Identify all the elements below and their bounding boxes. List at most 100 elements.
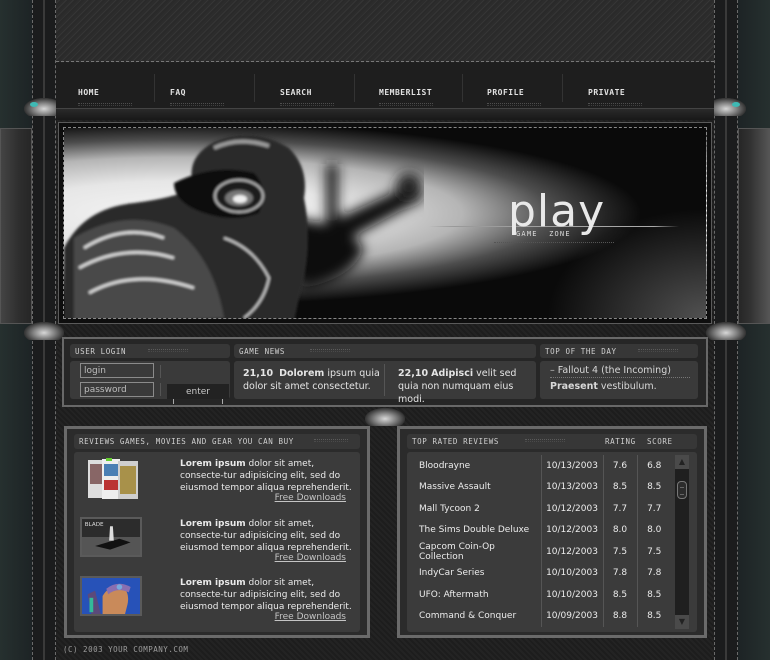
nav-faq[interactable]: FAQ (155, 63, 254, 108)
review-score: 8.5 (636, 605, 671, 627)
review-score: 7.5 (636, 541, 671, 563)
review-rating: 8.8 (602, 605, 637, 627)
review-title: Command & Conquer (419, 611, 517, 622)
top-of-day-link[interactable]: – Fallout 4 (the Incoming) (550, 365, 690, 378)
nav-search[interactable]: Search (255, 63, 354, 108)
review-text: Lorem ipsum dolor sit amet, consecte-tur… (180, 458, 356, 494)
free-downloads-link[interactable]: Free Downloads (275, 612, 346, 622)
user-login-heading: User Login (75, 347, 127, 356)
top-rated-list: Bloodrayne 10/13/2003 7.6 6.8 Massive Assaul… (407, 452, 697, 632)
review-score: 8.5 (636, 584, 671, 606)
table-scrollbar[interactable]: ▲ ▼ (675, 455, 689, 629)
review-date: 10/12/2003 (540, 541, 603, 563)
nav-memberlist[interactable]: Memberlist (355, 63, 462, 108)
nav-faq-label: FAQ (170, 88, 186, 97)
table-row[interactable]: Command & Conquer 10/09/2003 8.8 8.5 (407, 605, 671, 627)
header-decoration (310, 349, 350, 352)
news-headline[interactable]: Adipisci (431, 368, 473, 379)
teal-gem-icon (732, 102, 740, 107)
scroll-down-arrow-icon[interactable]: ▼ (675, 615, 689, 629)
news-item: 22,10 Adipisci velit sed quia non numqua… (398, 367, 534, 406)
table-row[interactable]: IndyCar Series 10/10/2003 7.8 7.8 (407, 562, 671, 584)
review-rating: 7.6 (602, 455, 637, 477)
password-input[interactable] (80, 382, 154, 397)
review-date: 10/13/2003 (540, 476, 603, 498)
login-divider (160, 365, 161, 378)
top-of-day-title: Fallout 4 (the Incoming) (557, 365, 671, 376)
banner-frame: play GAME ZONE (58, 122, 712, 324)
table-row[interactable]: UFO: Aftermath 10/10/2003 8.5 8.5 (407, 584, 671, 606)
nav-sub-decoration (487, 103, 541, 106)
review-date: 10/12/2003 (540, 498, 603, 520)
review-score: 8.5 (636, 476, 671, 498)
hero-banner: play GAME ZONE (63, 127, 707, 319)
nav-search-label: Search (280, 88, 312, 97)
metal-connector-icon (365, 408, 405, 426)
news-date: 21,10 (243, 368, 274, 379)
review-item: Lorem ipsum dolor sit amet, consecte-tur… (74, 455, 354, 511)
rating-column-header[interactable]: Rating (605, 437, 636, 446)
review-score: 8.0 (636, 519, 671, 541)
free-downloads-link[interactable]: Free Downloads (275, 553, 346, 563)
top-of-day-header: Top of the Day (540, 344, 698, 358)
review-date: 10/13/2003 (540, 455, 603, 477)
review-title: Massive Assault (419, 482, 491, 493)
comic-hero-thumbnail[interactable] (80, 576, 142, 616)
review-title: IndyCar Series (419, 568, 485, 579)
header-decoration (638, 349, 678, 352)
review-title: Bloodrayne (419, 460, 471, 471)
review-item: Lorem ipsum dolor sit amet, consecte-tur… (74, 574, 354, 630)
enter-button[interactable]: enter (167, 384, 229, 404)
nav-sub-decoration (588, 103, 642, 106)
review-rating: 7.5 (602, 541, 637, 563)
left-side-panel (0, 128, 32, 324)
nav-profile[interactable]: Profile (463, 63, 562, 108)
nav-profile-label: Profile (487, 88, 525, 97)
teal-gem-icon (30, 102, 38, 107)
svg-text:BLADE: BLADE (85, 522, 104, 528)
header-decoration (525, 439, 565, 442)
top-rated-panel: Top Rated Reviews Rating Score Bloodrayn… (397, 426, 707, 638)
table-row[interactable]: Capcom Coin-Op Collection 10/12/2003 7.5 7.… (407, 541, 671, 563)
top-rated-heading: Top Rated Reviews (412, 437, 499, 446)
user-login-box: enter (70, 361, 230, 404)
table-row[interactable]: Bloodrayne 10/13/2003 7.6 6.8 (407, 455, 671, 477)
review-title: The Sims Double Deluxe (419, 525, 530, 536)
free-downloads-link[interactable]: Free Downloads (275, 493, 346, 503)
nav-sub-decoration (379, 103, 433, 106)
top-of-day-rest: vestibulum. (597, 381, 657, 392)
review-rating: 8.5 (602, 476, 637, 498)
review-date: 10/10/2003 (540, 562, 603, 584)
review-rating: 8.5 (602, 584, 637, 606)
review-text: Lorem ipsum dolor sit amet, consecte-tur… (180, 518, 356, 554)
game-news-heading: Game News (239, 347, 286, 356)
reviews-header: Reviews games, movies and gear you can b… (74, 434, 360, 449)
table-row[interactable]: The Sims Double Deluxe 10/12/2003 8.0 8.0 (407, 519, 671, 541)
table-row[interactable]: Massive Assault 10/13/2003 8.5 8.5 (407, 476, 671, 498)
table-row[interactable]: Mall Tycoon 2 10/12/2003 7.7 7.7 (407, 498, 671, 520)
nav-sub-decoration (280, 103, 334, 106)
top-rated-table: Bloodrayne 10/13/2003 7.6 6.8 Massive Assaul… (407, 455, 671, 627)
scroll-up-arrow-icon[interactable]: ▲ (675, 455, 689, 469)
score-column-header[interactable]: Score (647, 437, 673, 446)
review-score: 6.8 (636, 455, 671, 477)
review-rating: 8.0 (602, 519, 637, 541)
review-bold: Lorem ipsum (180, 578, 246, 588)
news-headline[interactable]: Dolorem (279, 368, 324, 379)
game-boxes-thumbnail[interactable] (86, 458, 142, 502)
nav-home[interactable]: Home (78, 63, 154, 108)
reviews-list: Lorem ipsum dolor sit amet, consecte-tur… (74, 452, 360, 632)
news-item: 21,10 Dolorem ipsum quia dolor sit amet … (243, 367, 383, 393)
nav-private[interactable]: Private (563, 63, 662, 108)
scroll-thumb[interactable] (677, 481, 687, 499)
main-nav: Home FAQ Search Memberlist Profile Priva… (56, 63, 714, 108)
game-news-box: 21,10 Dolorem ipsum quia dolor sit amet … (234, 361, 536, 405)
reviews-heading: Reviews games, movies and gear you can b… (79, 437, 294, 446)
banner-fine-print (494, 242, 614, 244)
review-date: 10/12/2003 (540, 519, 603, 541)
blade-movie-thumbnail[interactable]: BLADE (80, 517, 142, 557)
review-title: Capcom Coin-Op Collection (419, 541, 495, 562)
banner-subtitle: GAME ZONE (516, 230, 571, 238)
login-input[interactable] (80, 363, 154, 378)
nav-private-label: Private (588, 88, 626, 97)
